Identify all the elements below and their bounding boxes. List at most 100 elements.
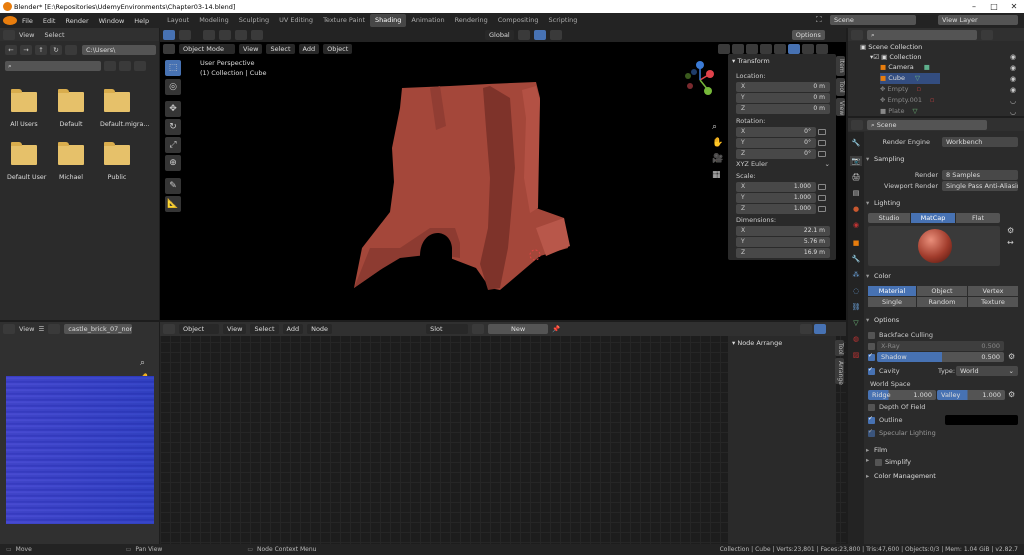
scale-y-field[interactable]: Y 1.000 — [736, 193, 816, 203]
snap-node-icon[interactable] — [800, 324, 812, 334]
parent-dir-icon[interactable]: ↑ — [35, 45, 47, 55]
lock-icon[interactable] — [818, 140, 826, 146]
lock-icon[interactable] — [818, 206, 826, 212]
blender-menu-icon[interactable] — [3, 16, 17, 25]
flip-matcap-icon[interactable]: ↔ — [1007, 238, 1014, 247]
shadow-settings-icon[interactable]: ⚙ — [1008, 352, 1015, 361]
dimension-x-field[interactable]: X 22.1 m — [736, 226, 830, 236]
menu-edit[interactable]: Edit — [38, 17, 61, 25]
view-layer-selector[interactable]: View Layer — [938, 15, 1018, 25]
editor-type-icon[interactable] — [163, 324, 175, 334]
eye-icon[interactable]: ◉ — [1010, 52, 1016, 63]
file-search-input[interactable]: ⌕ — [5, 61, 101, 71]
simplify-checkbox[interactable] — [875, 459, 882, 466]
overlay-icon[interactable] — [746, 44, 758, 54]
select-mode-subtract-icon[interactable] — [235, 30, 247, 40]
folder-item[interactable]: Default — [54, 89, 88, 140]
filter-icon[interactable] — [134, 61, 146, 71]
file-menu-select[interactable]: Select — [44, 31, 64, 39]
tab-tool[interactable]: Tool — [836, 78, 845, 96]
physics-tab-icon[interactable]: ◌ — [850, 286, 862, 296]
specular-checkbox[interactable] — [868, 428, 875, 437]
xray-slider[interactable]: X-Ray 0.500 — [877, 341, 1004, 351]
color-section[interactable]: Color — [866, 270, 1020, 282]
filter-icon[interactable] — [981, 29, 993, 40]
editor-type-icon[interactable] — [3, 29, 15, 40]
color-vertex-button[interactable]: Vertex — [968, 286, 1018, 296]
forward-arrow-icon[interactable]: → — [20, 45, 32, 55]
shader-type-selector[interactable]: Object — [179, 324, 219, 334]
texture-tab-icon[interactable]: ▨ — [850, 350, 862, 360]
viewport-menu-select[interactable]: Select — [266, 43, 295, 54]
dimension-y-field[interactable]: Y 5.76 m — [736, 237, 830, 247]
workspace-tab-scripting[interactable]: Scripting — [544, 14, 583, 27]
folder-item[interactable]: Default.migra... — [100, 89, 149, 140]
castle-mesh[interactable] — [340, 78, 600, 298]
transform-tool-icon[interactable]: ⊕ — [165, 155, 181, 171]
scale-tool-icon[interactable]: ⤢ — [165, 137, 181, 153]
back-arrow-icon[interactable]: ← — [5, 45, 17, 55]
xray-icon[interactable] — [760, 44, 772, 54]
cursor-tool-icon[interactable]: ◎ — [165, 79, 181, 95]
menu-window[interactable]: Window — [94, 17, 130, 25]
workspace-tab-modeling[interactable]: Modeling — [194, 14, 234, 27]
select-mode-invert-icon[interactable] — [251, 30, 263, 40]
outliner-search-input[interactable]: ⌕ — [867, 29, 977, 40]
workspace-tab-compositing[interactable]: Compositing — [493, 14, 544, 27]
sampling-section[interactable]: Sampling — [866, 153, 1020, 165]
refresh-icon[interactable]: ↻ — [50, 45, 62, 55]
zoom-view-icon[interactable]: ⌕ — [140, 358, 145, 368]
workspace-tab-texture-paint[interactable]: Texture Paint — [318, 14, 370, 27]
material-tab-icon[interactable]: ◍ — [850, 334, 862, 344]
world-tab-icon[interactable]: ◉ — [850, 220, 862, 230]
editor-type-icon[interactable] — [851, 29, 863, 40]
pin-icon[interactable]: 📌 — [552, 325, 560, 333]
lock-icon[interactable] — [818, 184, 826, 190]
backface-culling-checkbox[interactable] — [868, 332, 875, 339]
image-menu-view[interactable]: View — [19, 325, 34, 333]
menu-file[interactable]: File — [17, 17, 38, 25]
outliner-item-empty-001[interactable]: ✥ Empty.001 ▫ — [880, 95, 934, 106]
dof-checkbox[interactable] — [868, 404, 875, 411]
node-menu-select[interactable]: Select — [250, 324, 279, 334]
minimize-button[interactable]: – — [964, 0, 984, 13]
lighting-matcap-button[interactable]: MatCap — [911, 213, 955, 223]
viewport-aa-selector[interactable]: Single Pass Anti-Aliasing — [942, 181, 1018, 191]
outliner-item-camera[interactable]: ■ Camera ■ — [880, 62, 930, 73]
material-shading-icon[interactable] — [802, 44, 814, 54]
valley-slider[interactable]: Valley 1.000 — [937, 390, 1005, 400]
menu-help[interactable]: Help — [129, 17, 154, 25]
eye-closed-icon[interactable]: ◡ — [1010, 96, 1016, 107]
snap-icon[interactable] — [533, 30, 546, 40]
node-menu-node[interactable]: Node — [307, 324, 333, 334]
film-section[interactable]: Film — [866, 444, 1020, 456]
workspace-tab-uv-editing[interactable]: UV Editing — [274, 14, 318, 27]
tab-item[interactable]: Item — [836, 56, 845, 76]
editor-type-icon[interactable] — [163, 43, 175, 54]
folder-item[interactable]: Public — [100, 142, 134, 193]
close-window-button[interactable]: ✕ — [1004, 0, 1024, 13]
lighting-studio-button[interactable]: Studio — [868, 213, 910, 223]
orientation-selector[interactable]: Global — [485, 30, 514, 40]
modifier-tab-icon[interactable]: 🔧 — [850, 254, 862, 264]
outliner-item-cube[interactable]: ■ Cube ▽ — [880, 73, 940, 84]
slot-selector[interactable]: Slot — [426, 324, 469, 334]
color-material-button[interactable]: Material — [868, 286, 916, 296]
simplify-section[interactable]: ▸ Simplify — [866, 456, 1020, 468]
normal-map-image[interactable] — [6, 376, 154, 524]
proportional-edit-icon[interactable] — [549, 30, 562, 40]
select-mode-icon[interactable] — [203, 30, 215, 40]
folder-item[interactable]: All Users — [7, 89, 41, 140]
ridge-slider[interactable]: Ridge 1.000 — [868, 390, 936, 400]
navigation-gizmo[interactable] — [680, 60, 720, 100]
folder-item[interactable]: Default User — [7, 142, 46, 193]
image-name-field[interactable]: castle_brick_07_nor... — [64, 324, 133, 334]
location-y-field[interactable]: Y0 m — [736, 93, 830, 103]
location-x-field[interactable]: X0 m — [736, 82, 830, 92]
viewport-menu-add[interactable]: Add — [298, 43, 320, 54]
mode-selector[interactable]: Object Mode — [179, 43, 235, 54]
color-random-button[interactable]: Random — [917, 297, 967, 307]
workspace-tab-layout[interactable]: Layout — [162, 14, 194, 27]
viewport-menu-view[interactable]: View — [239, 43, 263, 54]
node-menu-add[interactable]: Add — [282, 324, 304, 334]
